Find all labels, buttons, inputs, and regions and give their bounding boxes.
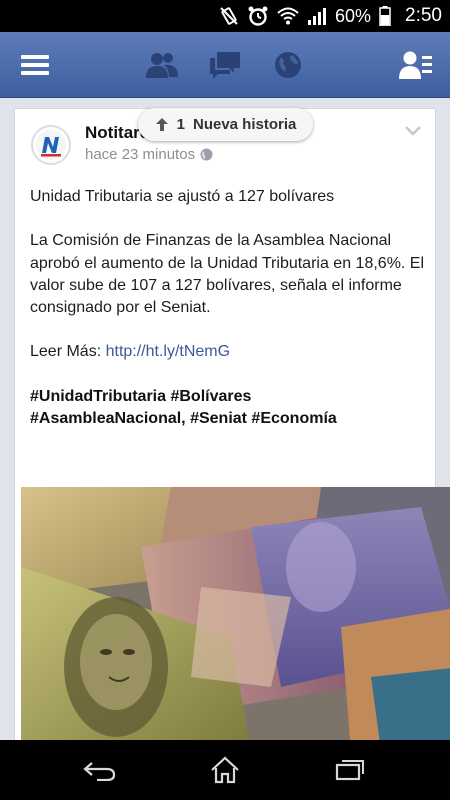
notifications-button[interactable] — [266, 32, 310, 98]
recent-apps-button[interactable] — [310, 740, 390, 800]
home-icon — [211, 756, 239, 784]
arrow-up-icon — [155, 118, 168, 131]
status-bar: 60% 2:50 — [0, 0, 450, 32]
public-globe-icon — [200, 148, 213, 161]
post-image[interactable] — [21, 487, 450, 740]
news-feed[interactable]: Notitarde hace 23 minutos Unidad Tributa… — [0, 98, 450, 740]
back-button[interactable] — [60, 740, 140, 800]
page-avatar[interactable] — [31, 125, 71, 165]
new-stories-count: 1 — [176, 116, 185, 133]
battery-percent: 60% — [334, 5, 372, 26]
post-options-button[interactable] — [405, 123, 421, 141]
menu-icon — [21, 55, 49, 75]
hashtags-line-2[interactable]: #AsambleaNacional, #Seniat #Economía — [30, 408, 425, 430]
messages-button[interactable] — [203, 32, 247, 98]
notitarde-logo — [36, 130, 66, 160]
system-nav-bar — [0, 740, 450, 800]
clock: 2:50 — [405, 5, 442, 26]
alarm-icon — [248, 6, 268, 26]
home-button[interactable] — [185, 740, 265, 800]
banknotes-photo — [21, 487, 450, 740]
app-nav-bar — [0, 32, 450, 98]
messages-icon — [210, 52, 240, 79]
notifications-globe-icon — [275, 52, 301, 78]
battery-icon — [379, 6, 391, 26]
recent-apps-icon — [335, 760, 364, 781]
post-body: Unidad Tributaria se ajustó a 127 bolíva… — [30, 186, 425, 430]
post-timestamp[interactable]: hace 23 minutos — [85, 146, 195, 163]
hashtags: #UnidadTributaria #Bolívares #AsambleaNa… — [30, 386, 425, 431]
read-more-label: Leer Más: — [30, 343, 102, 361]
vibrate-icon — [220, 7, 238, 25]
post-meta: hace 23 minutos — [85, 146, 213, 163]
post-card: Notitarde hace 23 minutos Unidad Tributa… — [14, 108, 450, 740]
signal-icon — [307, 8, 326, 25]
friend-requests-button[interactable] — [140, 32, 184, 98]
read-more: Leer Más: http://ht.ly/tNemG — [30, 341, 425, 363]
wifi-icon — [277, 7, 299, 25]
chevron-down-icon — [405, 126, 421, 136]
post-paragraph: La Comisión de Finanzas de la Asamblea N… — [30, 232, 425, 317]
new-stories-button[interactable]: 1 Nueva historia — [138, 108, 313, 141]
contacts-icon — [399, 51, 432, 79]
new-stories-label: Nueva historia — [192, 116, 297, 133]
hashtags-line-1[interactable]: #UnidadTributaria #Bolívares — [30, 386, 425, 408]
menu-button[interactable] — [10, 32, 60, 98]
friend-requests-icon — [146, 53, 178, 78]
read-more-link[interactable]: http://ht.ly/tNemG — [106, 343, 230, 360]
back-icon — [83, 762, 116, 781]
contacts-button[interactable] — [393, 32, 439, 98]
post-headline: Unidad Tributaria se ajustó a 127 bolíva… — [30, 188, 335, 205]
